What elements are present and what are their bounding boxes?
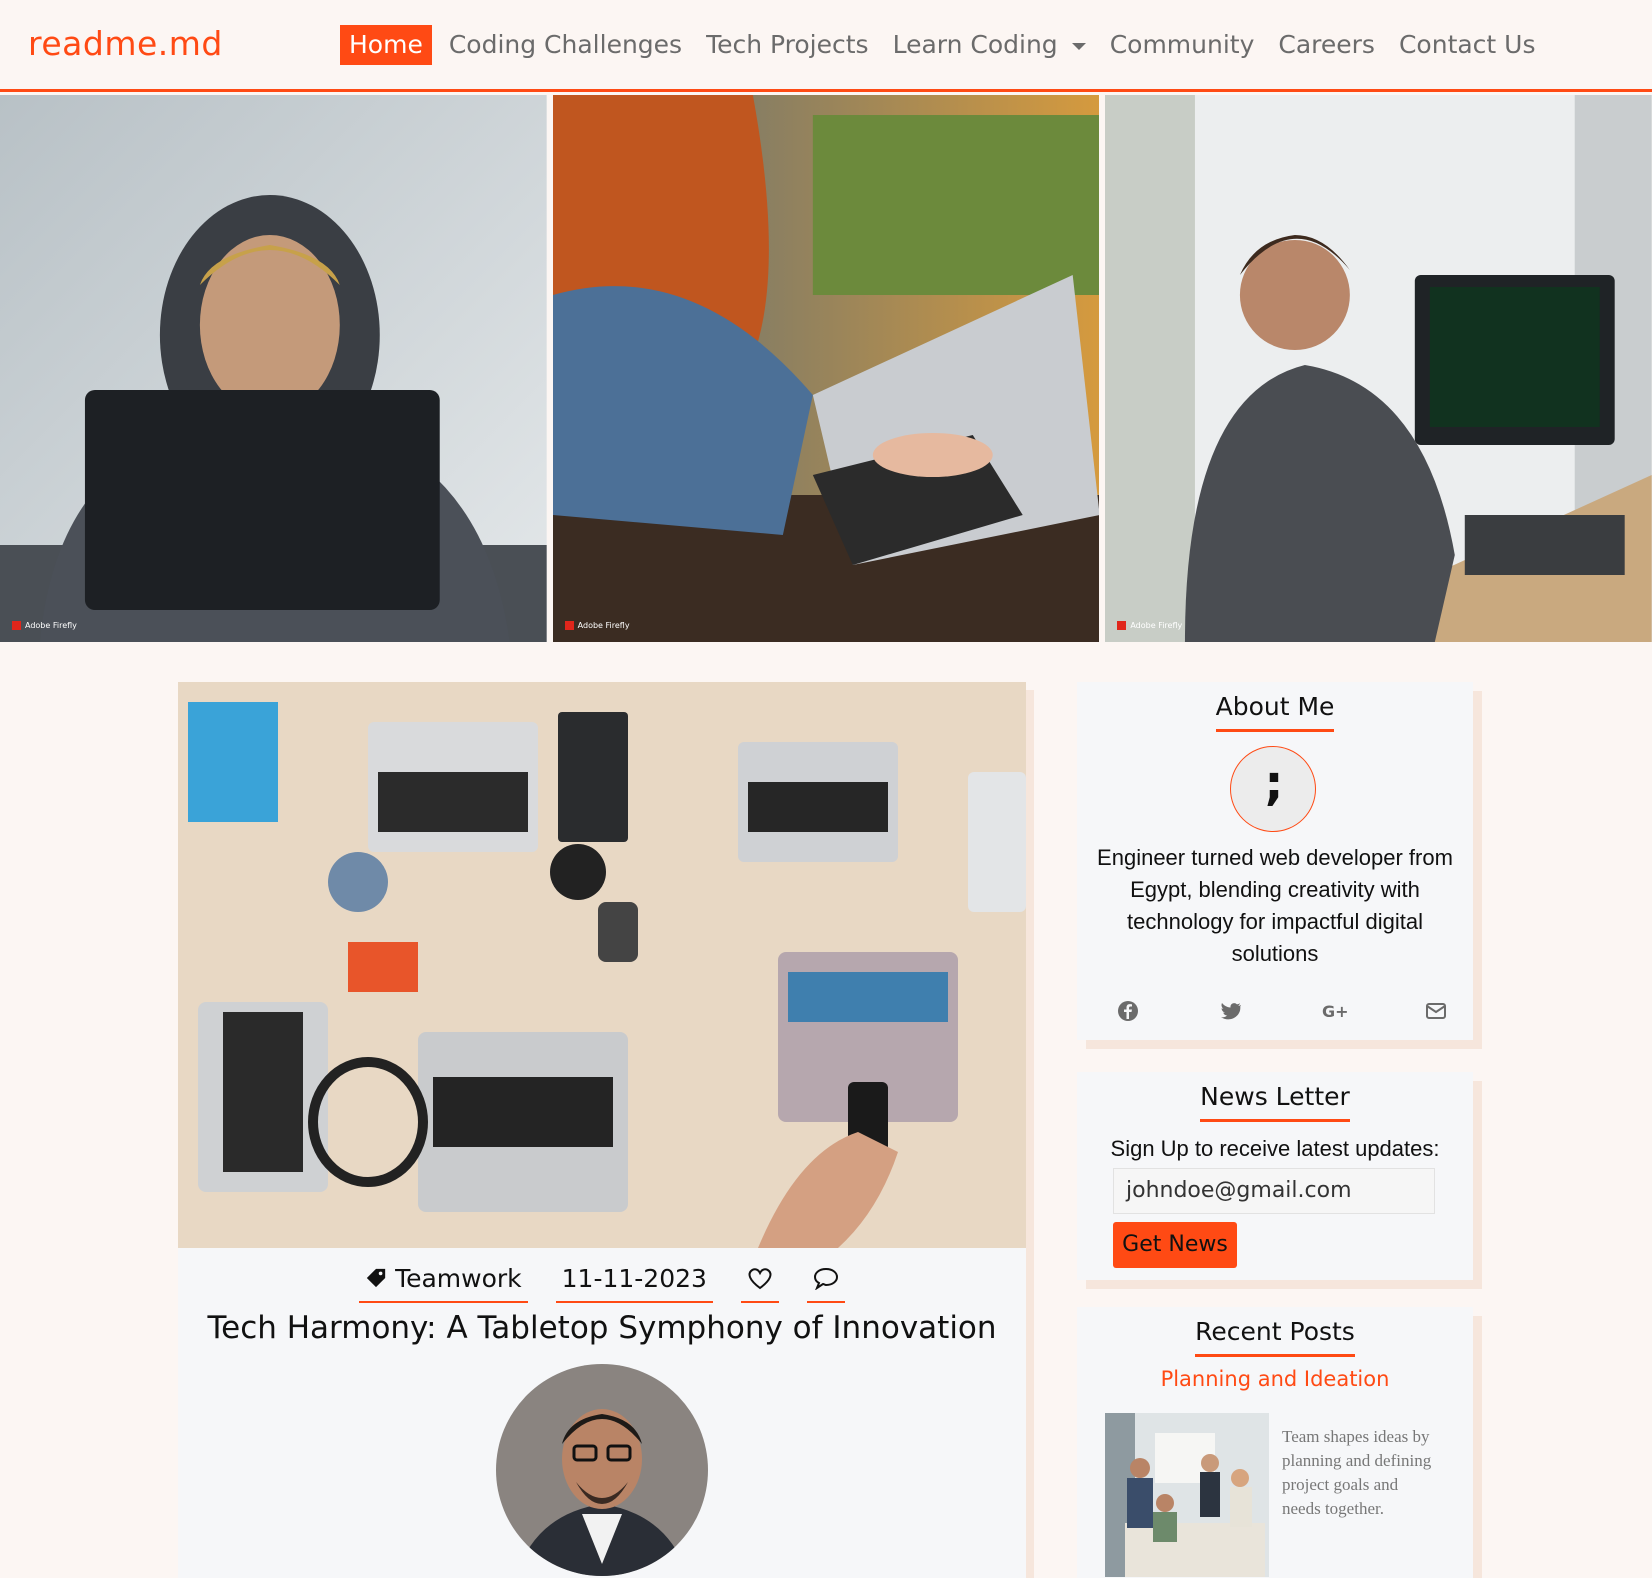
desk-coder-illustration xyxy=(1105,95,1652,642)
recent-post-link[interactable]: Planning and Ideation xyxy=(1077,1367,1473,1391)
post-meta: Teamwork 11-11-2023 xyxy=(178,1257,1026,1303)
tag-icon xyxy=(366,1268,386,1288)
heart-icon xyxy=(748,1268,772,1290)
nav-contact[interactable]: Contact Us xyxy=(1390,25,1545,65)
newsletter-widget: News Letter Sign Up to receive latest up… xyxy=(1077,1072,1473,1280)
like-button[interactable] xyxy=(740,1257,779,1303)
comment-icon xyxy=(813,1267,838,1290)
recent-posts-widget: Recent Posts Planning and Ideation Team … xyxy=(1077,1307,1473,1578)
chevron-down-icon xyxy=(1071,42,1086,50)
nav-community[interactable]: Community xyxy=(1101,25,1264,65)
author-avatar xyxy=(496,1364,708,1576)
facebook-icon[interactable] xyxy=(1117,1000,1139,1022)
post-image[interactable] xyxy=(178,682,1026,1248)
post-title[interactable]: Tech Harmony: A Tabletop Symphony of Inn… xyxy=(178,1310,1026,1346)
navbar: readme.md Home Coding Challenges Tech Pr… xyxy=(0,0,1652,92)
post-date: 11-11-2023 xyxy=(555,1257,713,1303)
email-field[interactable]: johndoe@gmail.com xyxy=(1113,1168,1435,1214)
hero-image-laptop-typing[interactable]: Adobe Firefly xyxy=(552,95,1100,642)
post-date-label: 11-11-2023 xyxy=(561,1263,707,1293)
planning-meeting-illustration xyxy=(1105,1413,1269,1577)
newsletter-subtitle-wrap: Sign Up to receive latest updates: xyxy=(1077,1120,1473,1162)
recent-post-image[interactable] xyxy=(1105,1413,1269,1577)
tabletop-illustration xyxy=(178,682,1026,1248)
get-news-button[interactable]: Get News xyxy=(1113,1222,1237,1268)
recent-posts-title: Recent Posts xyxy=(1195,1317,1355,1357)
post-category-label: Teamwork xyxy=(395,1263,522,1293)
newsletter-title: News Letter xyxy=(1200,1082,1350,1122)
watermark: Adobe Firefly xyxy=(1117,621,1182,630)
main-nav: Home Coding Challenges Tech Projects Lea… xyxy=(340,25,1551,65)
nav-careers[interactable]: Careers xyxy=(1269,25,1384,65)
hoodie-coder-illustration xyxy=(0,95,547,642)
recent-post-excerpt: Team shapes ideas by planning and defini… xyxy=(1282,1427,1432,1518)
nav-home[interactable]: Home xyxy=(340,25,432,65)
social-links: G+ xyxy=(1117,1000,1447,1022)
hero-image-desk-coder[interactable]: Adobe Firefly xyxy=(1105,95,1652,642)
post-category[interactable]: Teamwork xyxy=(359,1257,528,1303)
about-widget: About Me ; Engineer turned web developer… xyxy=(1077,682,1473,1040)
svg-text:G+: G+ xyxy=(1322,1002,1348,1021)
comment-button[interactable] xyxy=(806,1257,845,1303)
site-avatar: ; xyxy=(1230,746,1316,832)
author-photo xyxy=(496,1364,708,1576)
google-plus-icon[interactable]: G+ xyxy=(1322,1000,1349,1022)
envelope-icon[interactable] xyxy=(1425,1000,1447,1022)
avatar-glyph: ; xyxy=(1264,755,1284,811)
about-bio: Engineer turned web developer from Egypt… xyxy=(1097,845,1453,966)
twitter-icon[interactable] xyxy=(1220,1000,1242,1022)
newsletter-subtitle: Sign Up to receive latest updates: xyxy=(1110,1136,1440,1161)
hero-gallery: Adobe Firefly Adobe Firefly Adobe Firefl… xyxy=(0,95,1652,642)
hero-image-hoodie-coder[interactable]: Adobe Firefly xyxy=(0,95,547,642)
laptop-typing-illustration xyxy=(552,95,1100,642)
nav-tech-projects[interactable]: Tech Projects xyxy=(697,25,878,65)
nav-learn-coding[interactable]: Learn Coding xyxy=(884,25,1095,65)
nav-coding-challenges[interactable]: Coding Challenges xyxy=(440,25,691,65)
brand-logo[interactable]: readme.md xyxy=(28,24,223,63)
watermark: Adobe Firefly xyxy=(565,621,630,630)
post-card: Teamwork 11-11-2023 Tech Harmony: A Tabl… xyxy=(178,682,1026,1578)
about-title: About Me xyxy=(1215,692,1335,732)
watermark: Adobe Firefly xyxy=(12,621,77,630)
nav-learn-coding-label: Learn Coding xyxy=(892,30,1058,59)
